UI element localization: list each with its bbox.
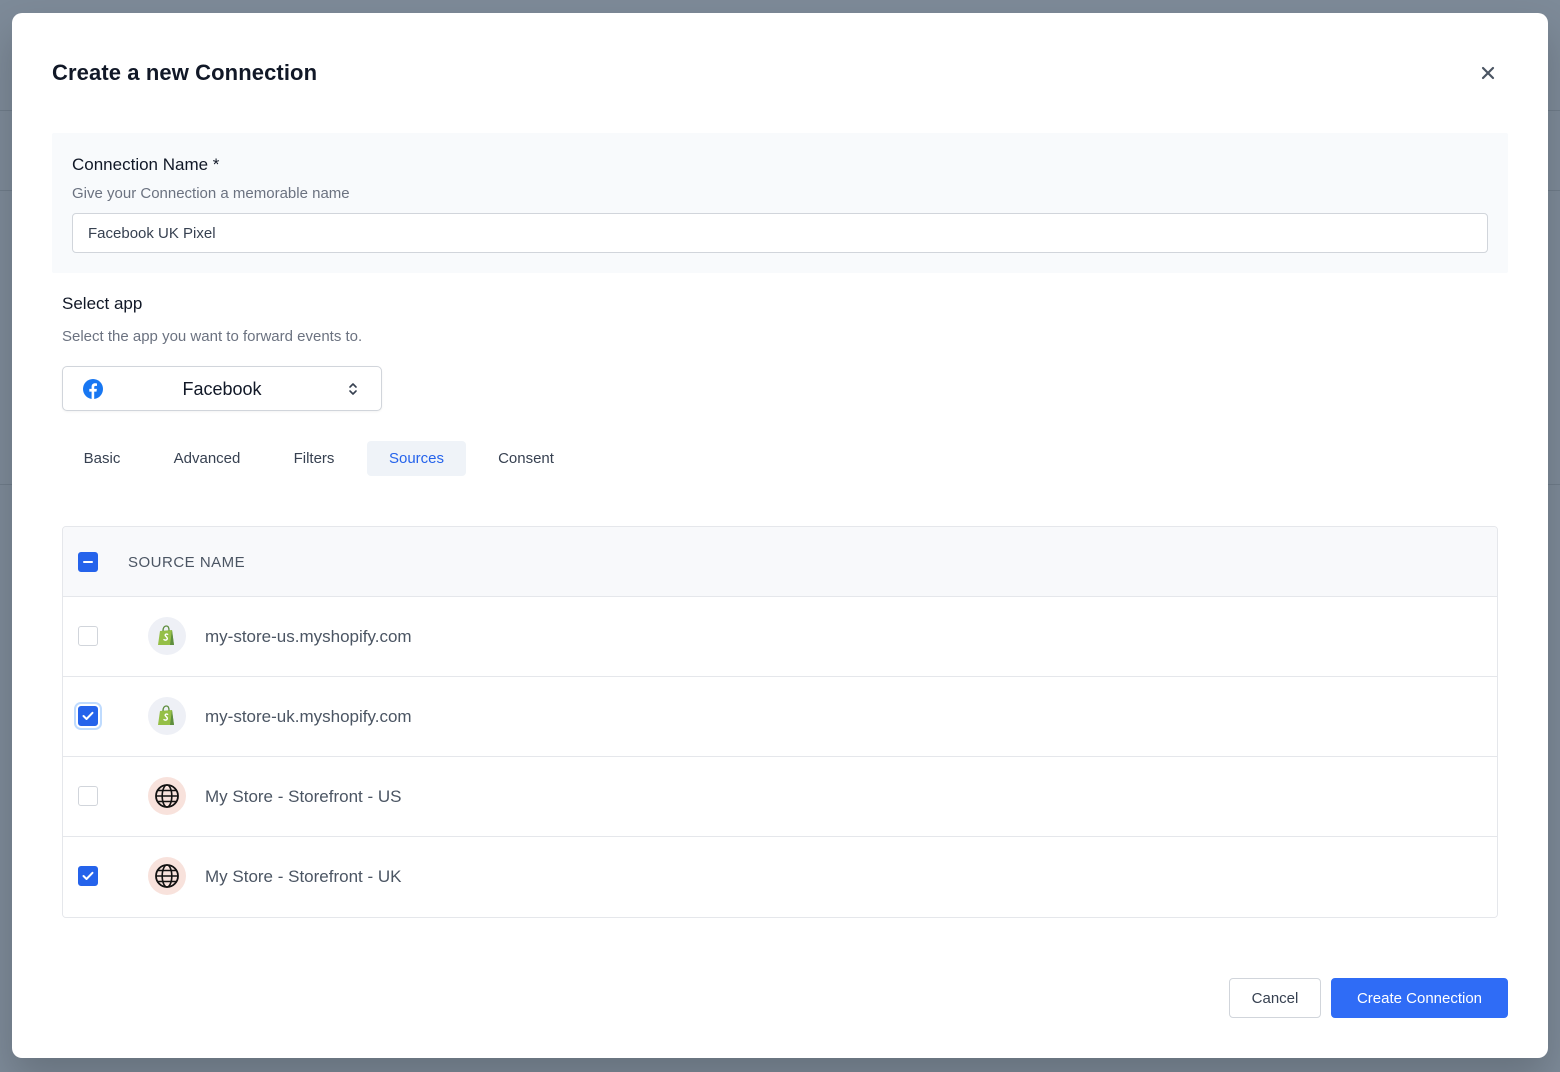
minus-icon (83, 561, 93, 563)
modal-title: Create a new Connection (52, 60, 318, 85)
tab-basic[interactable]: Basic (62, 441, 142, 476)
row-checkbox[interactable] (78, 786, 98, 806)
tab-sources[interactable]: Sources (367, 441, 466, 476)
globe-icon (155, 864, 179, 888)
table-header: SOURCE NAME (63, 527, 1497, 597)
source-name: my-store-uk.myshopify.com (205, 707, 412, 726)
source-icon-badge (148, 697, 186, 735)
table-row: My Store - Storefront - UK (63, 837, 1497, 917)
select-app-title: Select app (62, 294, 143, 313)
source-name: My Store - Storefront - UK (205, 867, 402, 886)
app-select-dropdown[interactable]: Facebook (62, 366, 382, 411)
table-row: my-store-us.myshopify.com (63, 597, 1497, 677)
connection-name-label: Connection Name * (72, 155, 220, 174)
source-icon-badge (148, 617, 186, 655)
table-row: My Store - Storefront - US (63, 757, 1497, 837)
chevron-up-down-icon (349, 383, 357, 395)
close-button[interactable] (1475, 60, 1501, 86)
tab-consent[interactable]: Consent (484, 441, 568, 476)
cancel-button[interactable]: Cancel (1229, 978, 1321, 1018)
select-all-checkbox[interactable] (78, 552, 98, 572)
tab-filters[interactable]: Filters (275, 441, 353, 476)
create-connection-modal: Create a new Connection Connection Name … (12, 13, 1548, 1058)
create-connection-button[interactable]: Create Connection (1331, 978, 1508, 1018)
table-row: my-store-uk.myshopify.com (63, 677, 1497, 757)
row-checkbox[interactable] (78, 706, 98, 726)
select-app-help: Select the app you want to forward event… (62, 328, 363, 345)
checkmark-icon (82, 871, 94, 880)
row-checkbox[interactable] (78, 866, 98, 886)
connection-name-input[interactable] (72, 213, 1488, 253)
shopify-icon (158, 705, 174, 725)
source-icon-badge (148, 857, 186, 895)
source-name: My Store - Storefront - US (205, 787, 402, 806)
connection-name-panel: Connection Name * Give your Connection a… (52, 133, 1508, 273)
row-checkbox[interactable] (78, 626, 98, 646)
sources-table: SOURCE NAME my-store-us.myshopify.com my… (62, 526, 1498, 918)
tab-advanced[interactable]: Advanced (157, 441, 257, 476)
source-name: my-store-us.myshopify.com (205, 627, 412, 646)
source-icon-badge (148, 777, 186, 815)
source-name-column-header: SOURCE NAME (128, 554, 246, 571)
connection-name-help: Give your Connection a memorable name (72, 185, 350, 202)
shopify-icon (158, 625, 174, 645)
close-icon (1481, 66, 1495, 80)
checkmark-icon (82, 711, 94, 720)
app-select-value: Facebook (182, 379, 262, 399)
globe-icon (155, 784, 179, 808)
